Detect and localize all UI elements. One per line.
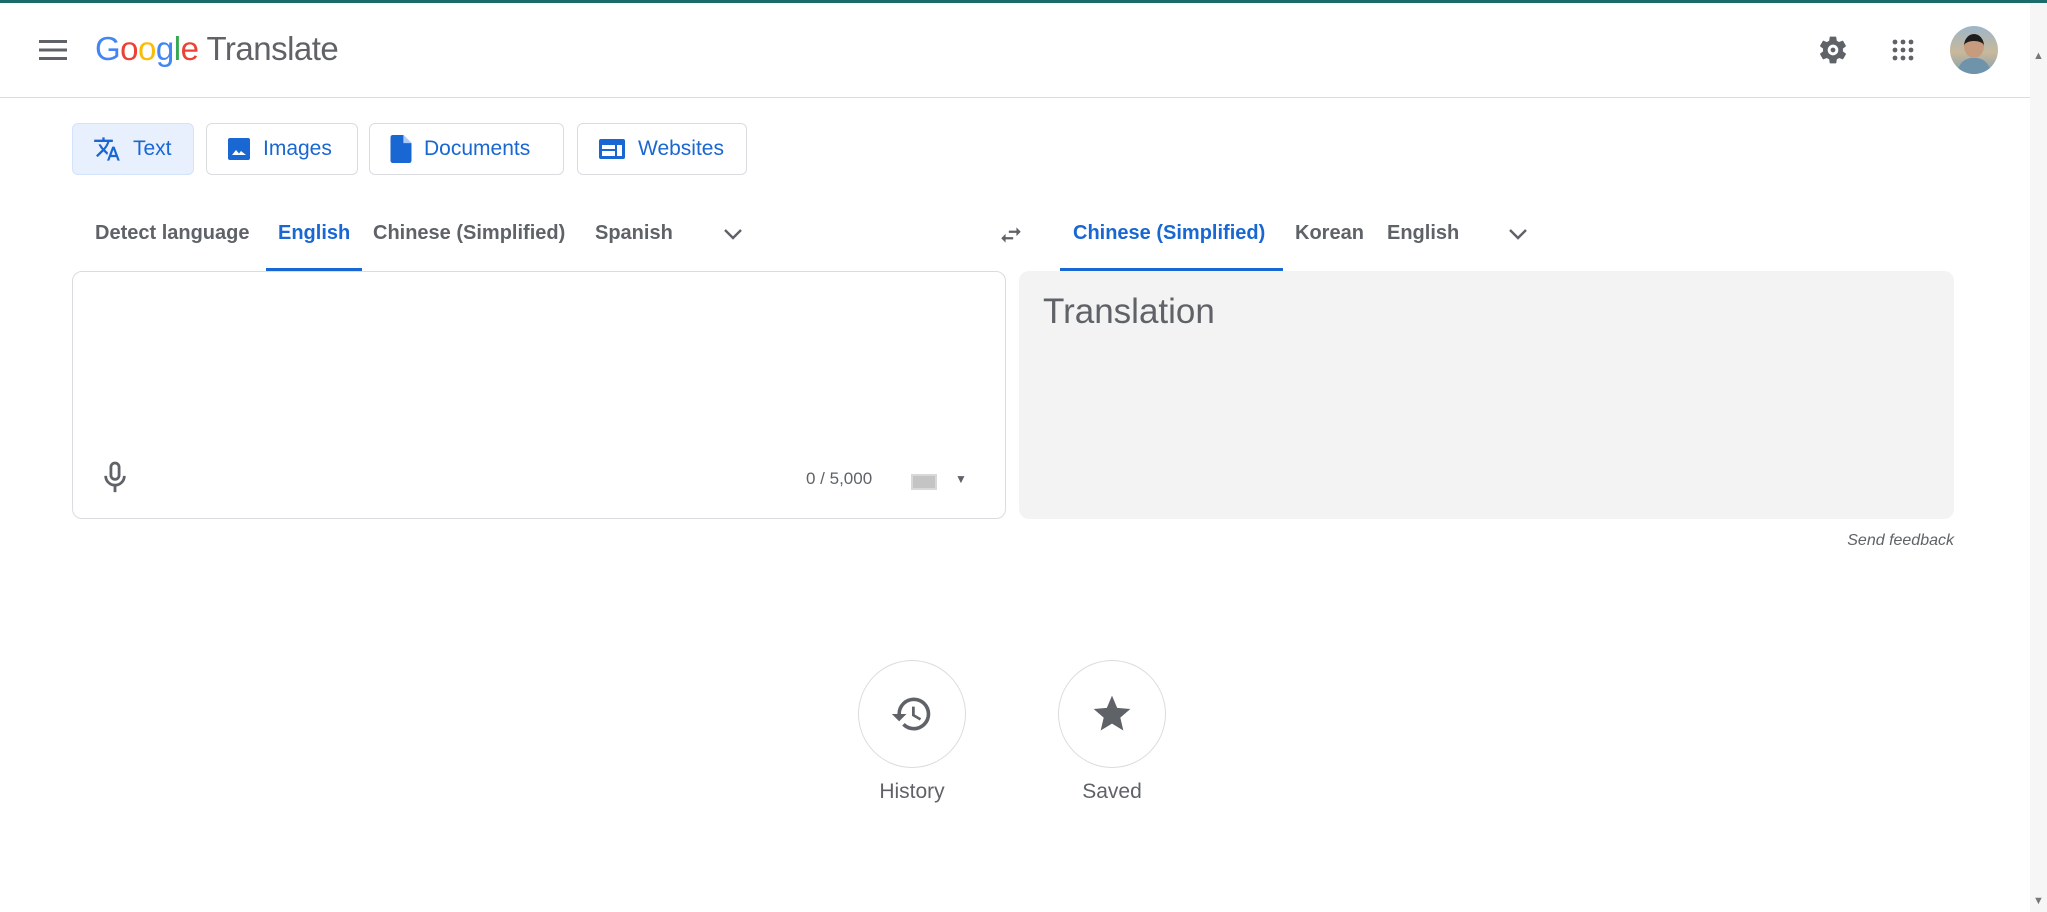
history-label: History bbox=[832, 780, 992, 804]
user-avatar[interactable] bbox=[1950, 26, 1998, 74]
translation-placeholder: Translation bbox=[1043, 292, 1215, 332]
target-lang-chinese[interactable]: Chinese (Simplified) bbox=[1073, 222, 1265, 245]
send-feedback-link[interactable]: Send feedback bbox=[1754, 532, 1954, 550]
mode-text-label: Text bbox=[133, 137, 172, 161]
saved-label: Saved bbox=[1032, 780, 1192, 804]
character-count: 0 / 5,000 bbox=[806, 469, 872, 489]
keyboard-icon[interactable] bbox=[911, 474, 937, 490]
swap-languages-icon[interactable] bbox=[996, 222, 1026, 253]
translate-icon bbox=[93, 135, 121, 163]
google-translate-logo[interactable]: GoogleTranslate bbox=[95, 30, 338, 68]
main-menu-icon[interactable] bbox=[36, 34, 70, 66]
mode-documents-label: Documents bbox=[424, 137, 530, 161]
image-icon bbox=[227, 137, 251, 161]
mode-websites-button[interactable]: Websites bbox=[577, 123, 747, 175]
scroll-up-icon[interactable]: ▲ bbox=[2033, 50, 2044, 62]
source-lang-detect[interactable]: Detect language bbox=[95, 222, 249, 245]
scroll-down-icon[interactable]: ▼ bbox=[2033, 895, 2044, 907]
target-more-languages-chevron-icon[interactable] bbox=[1506, 222, 1530, 251]
history-icon bbox=[890, 692, 934, 736]
settings-gear-icon[interactable] bbox=[1815, 32, 1851, 68]
mode-websites-label: Websites bbox=[638, 137, 724, 161]
document-icon bbox=[390, 135, 412, 163]
logo-product-name: Translate bbox=[206, 30, 338, 67]
window-top-border bbox=[0, 0, 2047, 3]
mode-documents-button[interactable]: Documents bbox=[369, 123, 564, 175]
mode-images-label: Images bbox=[263, 137, 332, 161]
scrollbar[interactable] bbox=[2030, 3, 2047, 912]
target-lang-english[interactable]: English bbox=[1387, 222, 1459, 245]
source-more-languages-chevron-icon[interactable] bbox=[721, 222, 745, 251]
source-lang-chinese[interactable]: Chinese (Simplified) bbox=[373, 222, 565, 245]
mode-images-button[interactable]: Images bbox=[206, 123, 358, 175]
website-icon bbox=[598, 137, 626, 161]
mode-text-button[interactable]: Text bbox=[72, 123, 194, 175]
source-lang-english[interactable]: English bbox=[278, 222, 350, 245]
header-divider bbox=[0, 97, 2030, 98]
source-lang-spanish[interactable]: Spanish bbox=[595, 222, 673, 245]
history-button[interactable] bbox=[858, 660, 966, 768]
input-tools-dropdown-icon[interactable]: ▼ bbox=[955, 472, 967, 486]
saved-button[interactable] bbox=[1058, 660, 1166, 768]
microphone-icon[interactable] bbox=[101, 460, 129, 499]
star-icon bbox=[1090, 692, 1134, 736]
apps-grid-icon[interactable] bbox=[1885, 32, 1921, 68]
target-lang-korean[interactable]: Korean bbox=[1295, 222, 1364, 245]
